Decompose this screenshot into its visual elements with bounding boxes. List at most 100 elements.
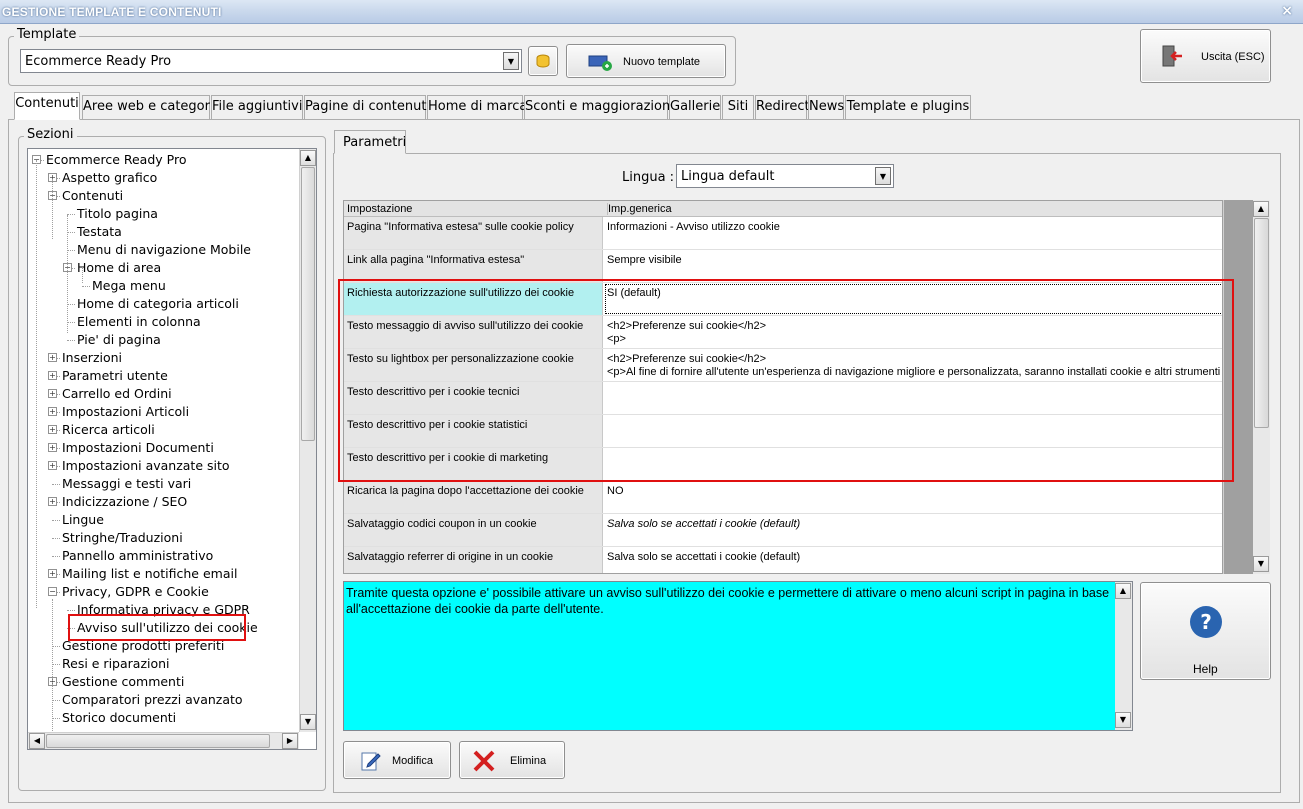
grid-cell-value[interactable]: Salva solo se accettati i cookie (defaul… [604, 514, 1222, 546]
tab-gallerie[interactable]: Gallerie [669, 95, 721, 119]
tree-item[interactable]: Impostazioni Articoli [62, 403, 189, 421]
tab-aree-web-e-categorie[interactable]: Aree web e categorie [82, 95, 222, 119]
expand-icon[interactable]: + [48, 569, 57, 578]
tree-item[interactable]: Aspetto grafico [62, 169, 157, 187]
tree-item[interactable]: Menu di navigazione Mobile [77, 241, 251, 259]
description-scrollbar[interactable]: ▲ ▼ [1115, 582, 1132, 730]
grid-vscroll-thumb[interactable] [1254, 218, 1269, 428]
tree-item[interactable]: Pie' di pagina [77, 331, 161, 349]
scroll-left-icon[interactable]: ◀ [29, 733, 45, 749]
tree-item[interactable]: Elementi in colonna [77, 313, 201, 331]
tree-item[interactable]: Testata [77, 223, 122, 241]
tree-item[interactable]: Ricerca articoli [62, 421, 155, 439]
tab-siti[interactable]: Siti [722, 95, 754, 119]
tree-connector [52, 538, 60, 539]
grid-cell-value[interactable]: Informazioni - Avviso utilizzo cookie [604, 217, 1222, 249]
tree-item[interactable]: Privacy, GDPR e Cookie [62, 583, 209, 601]
description-box[interactable]: Tramite questa opzione e' possibile atti… [343, 581, 1133, 731]
tree-item[interactable]: Messaggi e testi vari [62, 475, 191, 493]
grid-cell-setting: Salvataggio codici coupon in un cookie [344, 514, 603, 546]
tree-vscroll-thumb[interactable] [301, 167, 315, 441]
help-button[interactable]: ? Help [1140, 582, 1271, 680]
tree-item[interactable]: Contenuti [62, 187, 123, 205]
tree-item[interactable]: Resi e riparazioni [62, 655, 170, 673]
tree-hscroll-thumb[interactable] [46, 734, 270, 748]
tree-item[interactable]: Ecommerce Ready Pro [46, 151, 186, 169]
elimina-button[interactable]: Elimina [459, 741, 565, 779]
tree-item[interactable]: Home di categoria articoli [77, 295, 239, 313]
tree-item[interactable]: Parametri utente [62, 367, 168, 385]
expand-icon[interactable]: + [48, 425, 57, 434]
modifica-button[interactable]: Modifica [343, 741, 451, 779]
tab-parametri[interactable]: Parametri [334, 130, 406, 154]
scroll-down-icon[interactable]: ▼ [300, 714, 316, 730]
expand-icon[interactable]: + [48, 497, 57, 506]
tab-pagine-di-contenuti[interactable]: Pagine di contenuti [304, 95, 430, 119]
grid-row[interactable]: Pagina "Informativa estesa" sulle cookie… [344, 217, 1222, 250]
tree-item[interactable]: Gestione commenti [62, 673, 184, 691]
tree-item[interactable]: Inserzioni [62, 349, 122, 367]
tab-home-di-marca[interactable]: Home di marca [427, 95, 527, 119]
template-select[interactable]: Ecommerce Ready Pro ▼ [20, 49, 522, 73]
expand-icon[interactable]: + [48, 407, 57, 416]
tree-item[interactable]: Lingue [62, 511, 104, 529]
tree-item[interactable]: Titolo pagina [77, 205, 158, 223]
grid-row[interactable]: Ricarica la pagina dopo l'accettazione d… [344, 481, 1222, 514]
tab-template-e-plugins[interactable]: Template e plugins [845, 95, 971, 119]
grid-cell-value[interactable]: Salva solo se accettati i cookie (defaul… [604, 547, 1222, 573]
expand-icon[interactable]: + [48, 443, 57, 452]
scroll-right-icon[interactable]: ▶ [282, 733, 298, 749]
tab-sconti-e-maggiorazioni[interactable]: Sconti e maggiorazioni [524, 95, 674, 119]
tree-item[interactable]: Mailing list e notifiche email [62, 565, 237, 583]
language-select[interactable]: Lingua default ▼ [676, 164, 894, 188]
tree-item[interactable]: Impostazioni avanzate sito [62, 457, 230, 475]
tree-hscrollbar[interactable]: ◀ ▶ [28, 732, 299, 749]
load-template-button[interactable] [528, 46, 558, 76]
tree-item[interactable]: Home di area [77, 259, 161, 277]
chevron-down-icon[interactable]: ▼ [503, 52, 519, 70]
tree-item[interactable]: Storico documenti [62, 709, 176, 727]
grid-vscrollbar[interactable]: ▲ ▼ [1253, 200, 1270, 574]
new-template-button[interactable]: Nuovo template [566, 44, 726, 78]
tree-item[interactable]: Carrello ed Ordini [62, 385, 172, 403]
collapse-icon[interactable]: − [48, 587, 57, 596]
grid-row[interactable]: Salvataggio codici coupon in un cookie Sa… [344, 514, 1222, 547]
tab-redirect[interactable]: Redirect [755, 95, 810, 119]
scroll-up-icon[interactable]: ▲ [1115, 583, 1131, 599]
grid-cell-value[interactable]: NO [604, 481, 1222, 513]
tree-item[interactable]: Indicizzazione / SEO [62, 493, 187, 511]
template-select-value: Ecommerce Ready Pro [25, 54, 172, 69]
tree-vscrollbar[interactable]: ▲ ▼ [299, 149, 316, 732]
expand-icon[interactable]: + [48, 461, 57, 470]
elimina-label: Elimina [510, 755, 547, 767]
grid-cell-value[interactable]: Sempre visibile [604, 250, 1222, 282]
language-label: Lingua : [622, 170, 675, 185]
tree-item[interactable]: Impostazioni Documenti [62, 439, 214, 457]
tree-connector [52, 484, 60, 485]
scroll-up-icon[interactable]: ▲ [300, 150, 316, 166]
chevron-down-icon[interactable]: ▼ [875, 167, 891, 185]
tab-contenuti[interactable]: Contenuti [14, 92, 80, 120]
tree-connector [52, 664, 60, 665]
tree-item[interactable]: Mega menu [92, 277, 166, 295]
grid-row[interactable]: Salvataggio referrer di origine in un co… [344, 547, 1222, 573]
expand-icon[interactable]: + [48, 371, 57, 380]
grid-cell-setting: Link alla pagina "Informativa estesa" [344, 250, 603, 282]
scroll-down-icon[interactable]: ▼ [1115, 712, 1131, 728]
scroll-down-icon[interactable]: ▼ [1253, 556, 1269, 572]
exit-button[interactable]: Uscita (ESC) [1140, 29, 1271, 83]
expand-icon[interactable]: + [48, 389, 57, 398]
help-label: Help [1193, 662, 1218, 676]
close-icon[interactable]: × [1281, 3, 1293, 19]
tree-guide-line [36, 160, 37, 608]
grid-header: Impostazione Imp.generica [344, 201, 1222, 217]
tree-item[interactable]: Comparatori prezzi avanzato [62, 691, 243, 709]
scroll-up-icon[interactable]: ▲ [1253, 201, 1269, 217]
expand-icon[interactable]: + [48, 353, 57, 362]
sections-tree[interactable]: − Ecommerce Ready Pro + Aspetto grafico − Con… [27, 148, 317, 750]
tree-item[interactable]: Pannello amministrativo [62, 547, 213, 565]
tab-file-aggiuntivi[interactable]: File aggiuntivi [211, 95, 303, 119]
tree-connector [52, 520, 60, 521]
tree-item[interactable]: Stringhe/Traduzioni [62, 529, 183, 547]
tab-news[interactable]: News [808, 95, 844, 119]
